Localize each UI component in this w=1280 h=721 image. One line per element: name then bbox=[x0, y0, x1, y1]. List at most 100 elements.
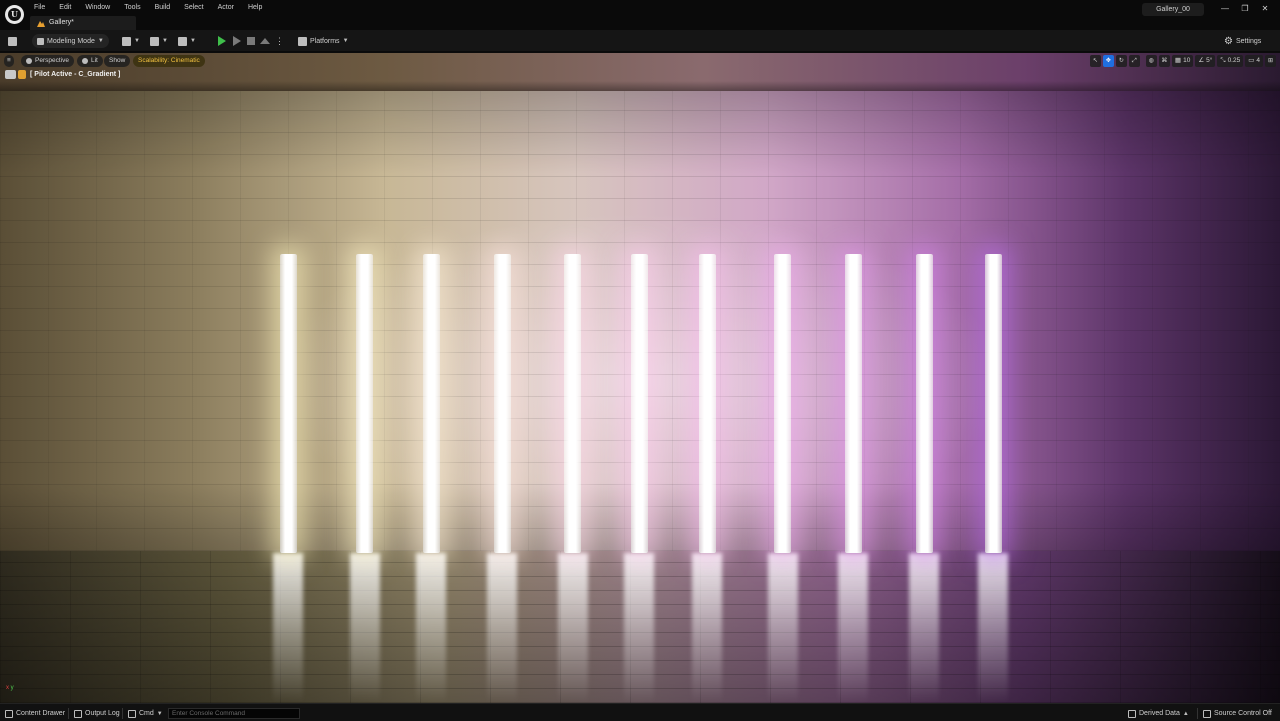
scale-tool-icon[interactable]: ⤢ bbox=[1128, 55, 1140, 67]
clapperboard-icon bbox=[178, 36, 187, 46]
stop-icon bbox=[247, 37, 255, 45]
level-tab[interactable]: Gallery* bbox=[30, 16, 136, 30]
restore-button[interactable]: ❐ bbox=[1240, 4, 1250, 14]
platforms-dropdown[interactable]: Platforms ▼ bbox=[298, 34, 349, 48]
eject-icon bbox=[260, 38, 270, 44]
save-icon bbox=[8, 36, 17, 46]
unreal-logo-icon[interactable]: U bbox=[5, 5, 24, 24]
neon-tube-light[interactable] bbox=[356, 254, 373, 553]
eject-button[interactable] bbox=[260, 34, 270, 48]
scale-snap-value: 0.25 bbox=[1227, 57, 1241, 64]
cmd-dropdown[interactable]: Cmd ▼ bbox=[128, 708, 163, 719]
camera-speed-button[interactable]: ▭ 4 bbox=[1245, 55, 1263, 67]
lit-label: Lit bbox=[91, 57, 98, 64]
derived-data-button[interactable]: Derived Data ▲ bbox=[1128, 708, 1189, 719]
gear-icon: ⚙ bbox=[1224, 35, 1233, 47]
camera-icon[interactable] bbox=[5, 70, 16, 79]
neon-tube-light[interactable] bbox=[494, 254, 511, 553]
scalability-label: Scalability: Cinematic bbox=[138, 57, 200, 64]
neon-tube-light[interactable] bbox=[916, 254, 933, 553]
scale-snap-icon: ⤡ bbox=[1220, 57, 1226, 64]
status-bar: Content Drawer Output Log Cmd ▼ Enter Co… bbox=[0, 703, 1280, 721]
neon-tube-light[interactable] bbox=[845, 254, 862, 553]
scalability-warning-button[interactable]: Scalability: Cinematic bbox=[133, 55, 205, 67]
select-tool-icon[interactable]: ↖ bbox=[1089, 55, 1101, 67]
chevron-down-icon: ▲ bbox=[1182, 710, 1189, 717]
rotation-snap-toggle[interactable]: ∠ 5° bbox=[1195, 55, 1216, 67]
grid-snap-value: 10 bbox=[1183, 57, 1191, 64]
viewport-toolbar: ≡ Perspective Lit Show Scalability: Cine… bbox=[0, 55, 1280, 69]
world-local-icon[interactable]: ◍ bbox=[1145, 55, 1157, 67]
level-tab-label: Gallery* bbox=[49, 19, 74, 26]
chevron-down-icon: ▼ bbox=[156, 710, 163, 717]
camera-speed-value: 4 bbox=[1256, 57, 1260, 64]
perspective-button[interactable]: Perspective bbox=[21, 55, 74, 67]
title-bar: U File Edit Window Tools Build Select Ac… bbox=[0, 0, 1280, 30]
content-drawer-icon bbox=[5, 709, 13, 718]
light-reflection bbox=[350, 553, 380, 703]
neon-tube-light[interactable] bbox=[699, 254, 716, 553]
play-options-button[interactable]: ⋮ bbox=[275, 34, 284, 48]
chevron-down-icon: ▼ bbox=[342, 38, 349, 44]
divider bbox=[68, 708, 69, 719]
menu-bar: File Edit Window Tools Build Select Acto… bbox=[34, 4, 276, 11]
derived-data-label: Derived Data bbox=[1139, 710, 1180, 717]
neon-tube-light[interactable] bbox=[774, 254, 791, 553]
grid-snap-toggle[interactable]: ▦ 10 bbox=[1171, 55, 1194, 67]
light-reflection bbox=[416, 553, 446, 703]
menu-window[interactable]: Window bbox=[85, 4, 110, 11]
cmd-label: Cmd bbox=[139, 710, 154, 717]
light-reflection bbox=[909, 553, 939, 703]
play-button[interactable] bbox=[218, 34, 226, 48]
content-drawer-label: Content Drawer bbox=[16, 710, 66, 717]
light-reflection bbox=[273, 553, 303, 703]
viewport-options-button[interactable]: ≡ bbox=[4, 55, 14, 67]
project-name: Gallery_00 bbox=[1142, 3, 1204, 16]
angle-icon: ∠ bbox=[1198, 57, 1205, 64]
derived-data-icon bbox=[1128, 709, 1136, 718]
menu-file[interactable]: File bbox=[34, 4, 45, 11]
source-control-button[interactable]: Source Control Off bbox=[1203, 708, 1272, 719]
output-log-button[interactable]: Output Log bbox=[74, 708, 120, 719]
eject-pilot-icon[interactable] bbox=[18, 70, 26, 79]
light-reflection bbox=[768, 553, 798, 703]
content-drawer-button[interactable]: Content Drawer bbox=[5, 708, 65, 719]
menu-build[interactable]: Build bbox=[155, 4, 171, 11]
surface-snap-icon[interactable]: ⌘ bbox=[1158, 55, 1170, 67]
menu-tools[interactable]: Tools bbox=[124, 4, 140, 11]
chevron-down-icon: ▼ bbox=[162, 38, 168, 44]
source-control-icon bbox=[1203, 709, 1211, 718]
show-button[interactable]: Show bbox=[104, 55, 131, 67]
menu-edit[interactable]: Edit bbox=[59, 4, 71, 11]
view-mode-button[interactable]: Lit bbox=[77, 55, 103, 67]
advance-frame-button[interactable] bbox=[233, 34, 241, 48]
save-button[interactable] bbox=[8, 34, 17, 48]
axis-gizmo: x y bbox=[6, 685, 14, 691]
add-actor-button[interactable]: ▼ bbox=[122, 34, 140, 48]
neon-tube-light[interactable] bbox=[985, 254, 1002, 553]
menu-select[interactable]: Select bbox=[184, 4, 203, 11]
scale-snap-toggle[interactable]: ⤡ 0.25 bbox=[1217, 55, 1244, 67]
pilot-indicator: [ Pilot Active - C_Gradient ] bbox=[5, 69, 120, 80]
minimize-button[interactable]: — bbox=[1220, 4, 1230, 14]
neon-tube-light[interactable] bbox=[423, 254, 440, 553]
neon-tube-light[interactable] bbox=[280, 254, 297, 553]
settings-dropdown[interactable]: ⚙ Settings bbox=[1224, 34, 1261, 48]
close-button[interactable]: ✕ bbox=[1260, 4, 1270, 14]
cinematics-button[interactable]: ▼ bbox=[178, 34, 196, 48]
chevron-down-icon: ▼ bbox=[97, 38, 104, 44]
stop-button[interactable] bbox=[247, 34, 255, 48]
rotate-tool-icon[interactable]: ↻ bbox=[1115, 55, 1127, 67]
neon-tube-light[interactable] bbox=[631, 254, 648, 553]
blueprints-button[interactable]: ▼ bbox=[150, 34, 168, 48]
perspective-label: Perspective bbox=[35, 57, 69, 64]
menu-help[interactable]: Help bbox=[248, 4, 262, 11]
lit-icon bbox=[82, 58, 88, 64]
console-input[interactable]: Enter Console Command bbox=[168, 708, 300, 719]
neon-tube-light[interactable] bbox=[564, 254, 581, 553]
maximize-viewport-icon[interactable]: ⊞ bbox=[1265, 55, 1276, 67]
menu-actor[interactable]: Actor bbox=[218, 4, 234, 11]
translate-tool-icon[interactable]: ✥ bbox=[1102, 55, 1114, 67]
level-viewport[interactable]: ≡ Perspective Lit Show Scalability: Cine… bbox=[0, 53, 1280, 703]
mode-dropdown[interactable]: Modeling Mode ▼ bbox=[32, 34, 109, 48]
